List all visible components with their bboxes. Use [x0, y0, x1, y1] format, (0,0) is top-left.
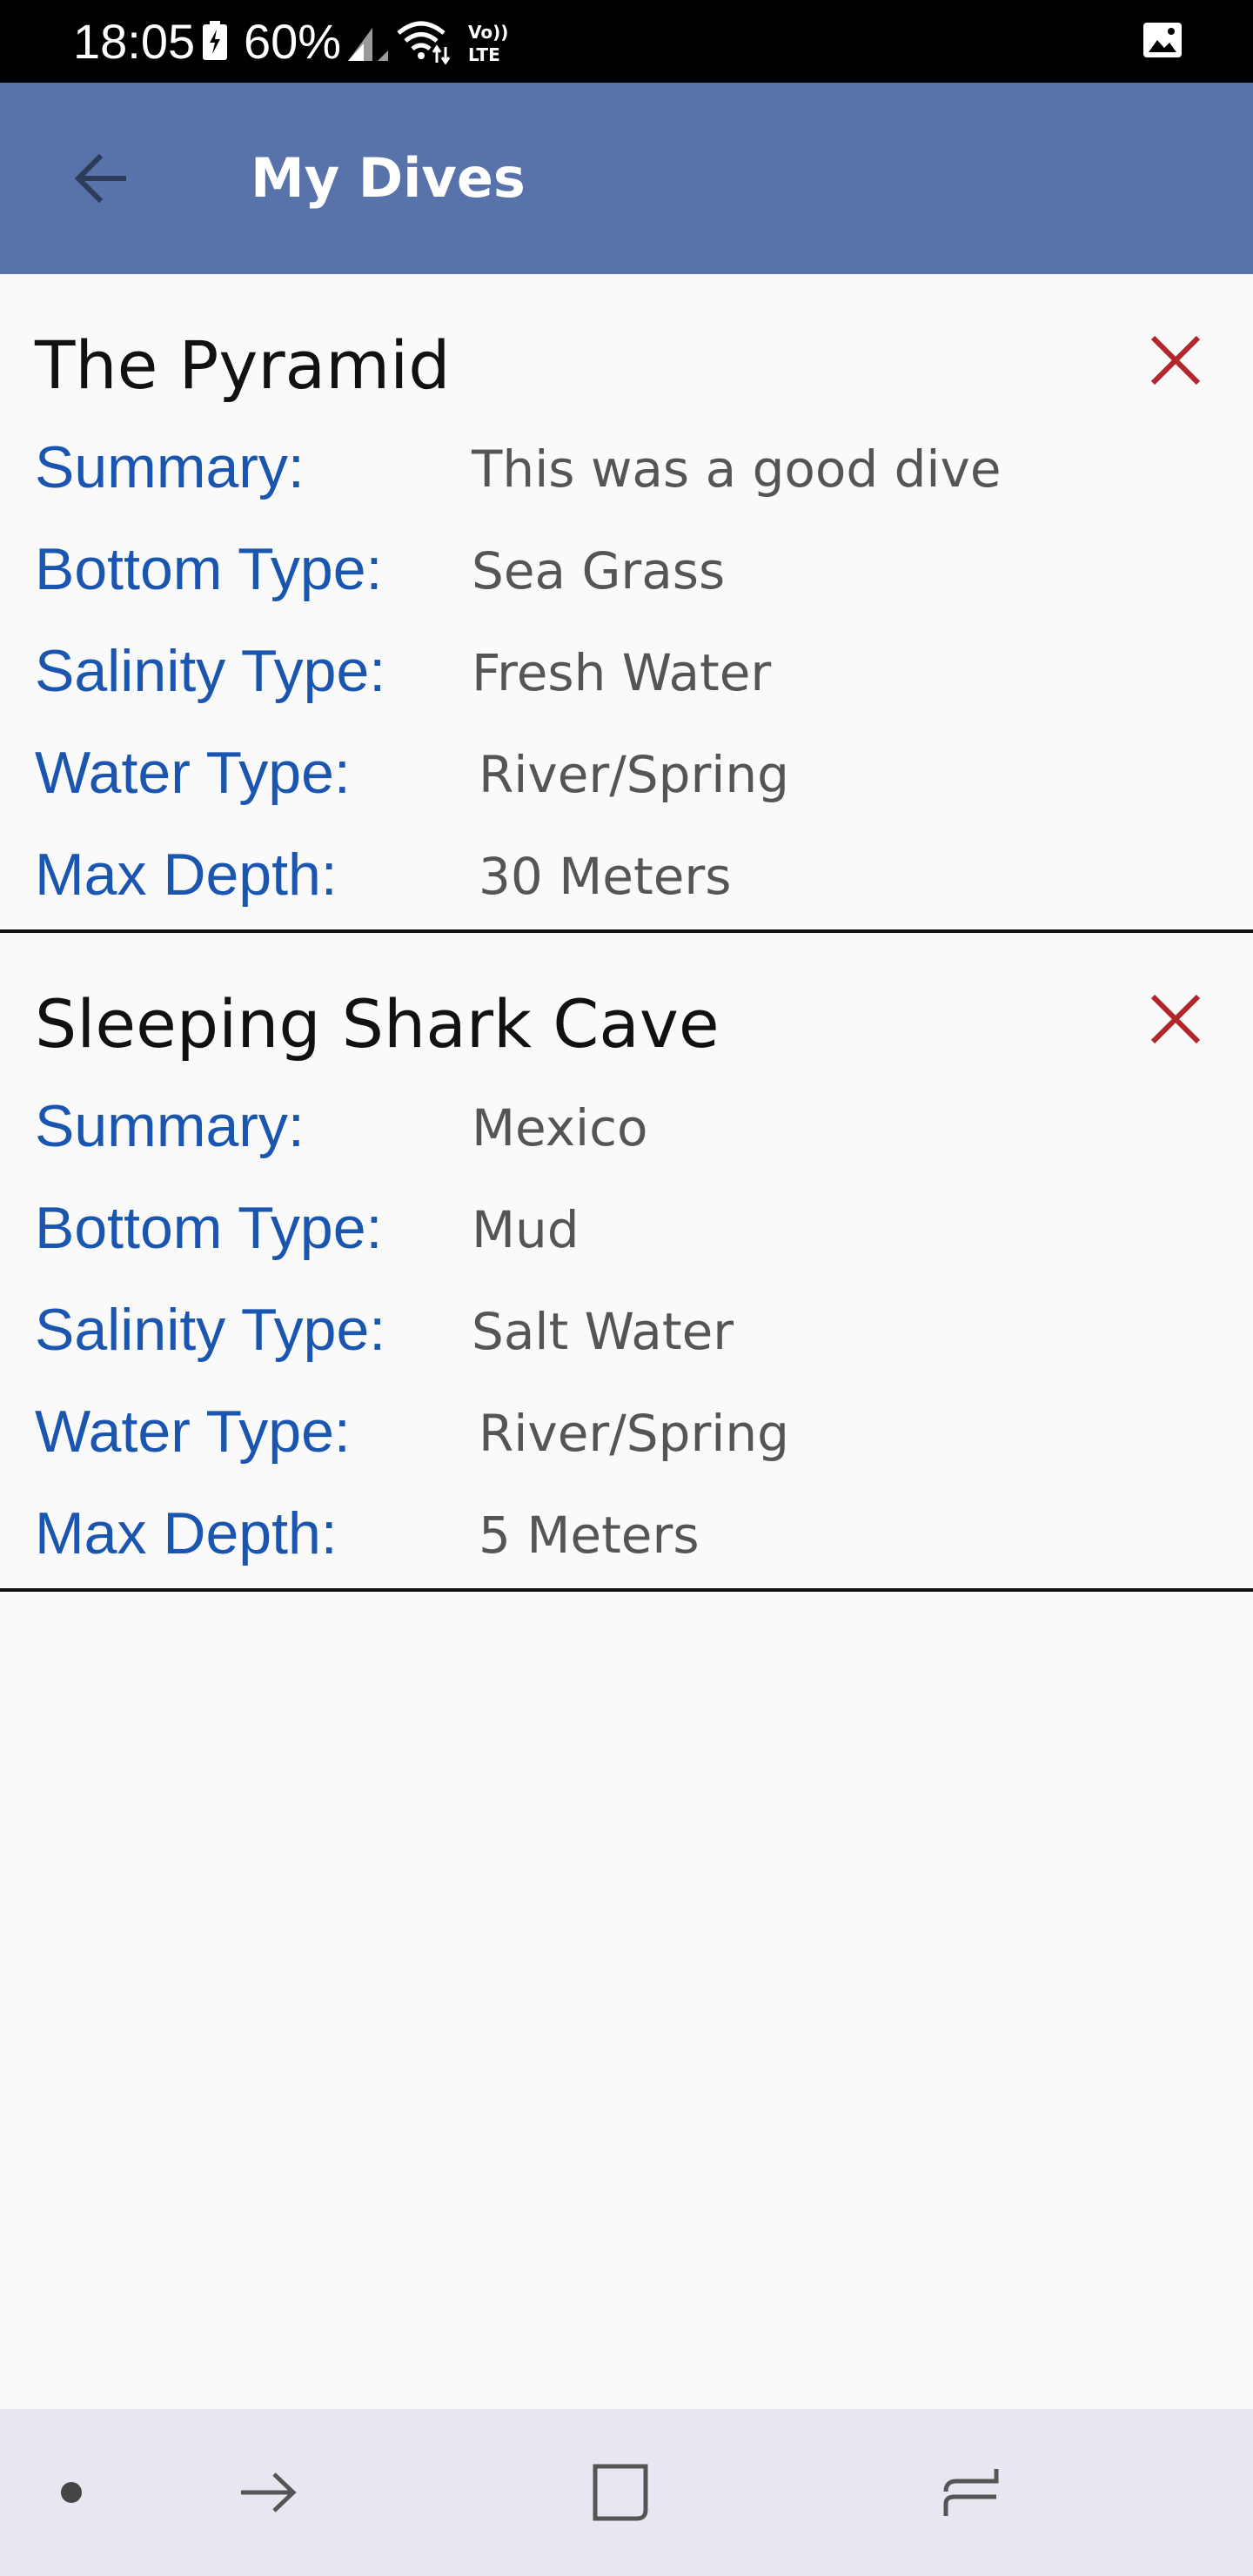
salinity-type-value: Fresh Water [472, 643, 772, 702]
gallery-notification-icon [1143, 23, 1182, 57]
volte-icon: Vo)) LTE [468, 22, 508, 64]
water-type-label: Water Type: [35, 740, 351, 806]
summary-value: Mexico [472, 1098, 648, 1157]
battery-charging-icon [203, 21, 227, 60]
summary-row: Summary: This was a good dive [35, 431, 1218, 504]
dive-card[interactable]: The Pyramid Summary: This was a good div… [0, 274, 1253, 933]
home-icon [593, 2464, 648, 2521]
water-type-row: Water Type: River/Spring [35, 1395, 1218, 1468]
max-depth-row: Max Depth: 5 Meters [35, 1497, 1218, 1570]
max-depth-row: Max Depth: 30 Meters [35, 838, 1218, 911]
nav-back-button[interactable] [224, 2449, 312, 2536]
battery-percentage: 60% [244, 14, 342, 69]
salinity-type-label: Salinity Type: [35, 638, 386, 704]
close-icon [1150, 994, 1201, 1044]
close-icon [1150, 335, 1201, 386]
dive-name: Sleeping Shark Cave [35, 985, 720, 1063]
bottom-type-row: Bottom Type: Mud [35, 1191, 1218, 1265]
dive-card[interactable]: Sleeping Shark Cave Summary: Mexico Bott… [0, 933, 1253, 1592]
summary-label: Summary: [35, 434, 305, 500]
delete-dive-button[interactable] [1136, 321, 1215, 399]
status-time: 18:05 [73, 14, 196, 69]
nav-home-button[interactable] [576, 2449, 663, 2536]
summary-label: Summary: [35, 1093, 305, 1159]
water-type-value: River/Spring [479, 1404, 789, 1463]
nav-recents-button[interactable] [928, 2449, 1015, 2536]
max-depth-value: 30 Meters [479, 847, 732, 906]
svg-text:LTE: LTE [468, 44, 500, 64]
signal-icon [348, 28, 388, 61]
arrow-left-icon [74, 153, 126, 204]
bottom-type-value: Mud [472, 1200, 580, 1259]
recents-icon [943, 2469, 999, 2516]
svg-text:Vo)): Vo)) [468, 22, 508, 43]
wifi-icon [397, 21, 451, 64]
salinity-type-value: Salt Water [472, 1302, 734, 1361]
summary-value: This was a good dive [472, 439, 1002, 499]
bottom-type-label: Bottom Type: [35, 536, 383, 602]
salinity-type-row: Salinity Type: Salt Water [35, 1293, 1218, 1366]
max-depth-label: Max Depth: [35, 1500, 338, 1566]
back-gesture-icon [241, 2472, 297, 2512]
salinity-type-row: Salinity Type: Fresh Water [35, 634, 1218, 708]
delete-dive-button[interactable] [1136, 980, 1215, 1058]
page-title: My Dives [251, 146, 526, 210]
bottom-type-value: Sea Grass [472, 541, 726, 600]
nav-dot-button[interactable] [28, 2449, 115, 2536]
system-nav-bar [0, 2409, 1253, 2576]
salinity-type-label: Salinity Type: [35, 1297, 386, 1363]
dive-list: The Pyramid Summary: This was a good div… [0, 274, 1253, 1592]
back-button[interactable] [49, 126, 153, 231]
dive-name: The Pyramid [35, 326, 451, 404]
summary-row: Summary: Mexico [35, 1090, 1218, 1163]
bottom-type-row: Bottom Type: Sea Grass [35, 533, 1218, 606]
water-type-value: River/Spring [479, 745, 789, 804]
app-bar: My Dives [0, 83, 1253, 274]
max-depth-value: 5 Meters [479, 1506, 700, 1565]
bottom-type-label: Bottom Type: [35, 1195, 383, 1261]
max-depth-label: Max Depth: [35, 842, 338, 908]
water-type-label: Water Type: [35, 1399, 351, 1465]
dot-icon [61, 2482, 82, 2503]
status-bar: 18:05 60% Vo)) LTE [0, 0, 1253, 83]
water-type-row: Water Type: River/Spring [35, 736, 1218, 809]
